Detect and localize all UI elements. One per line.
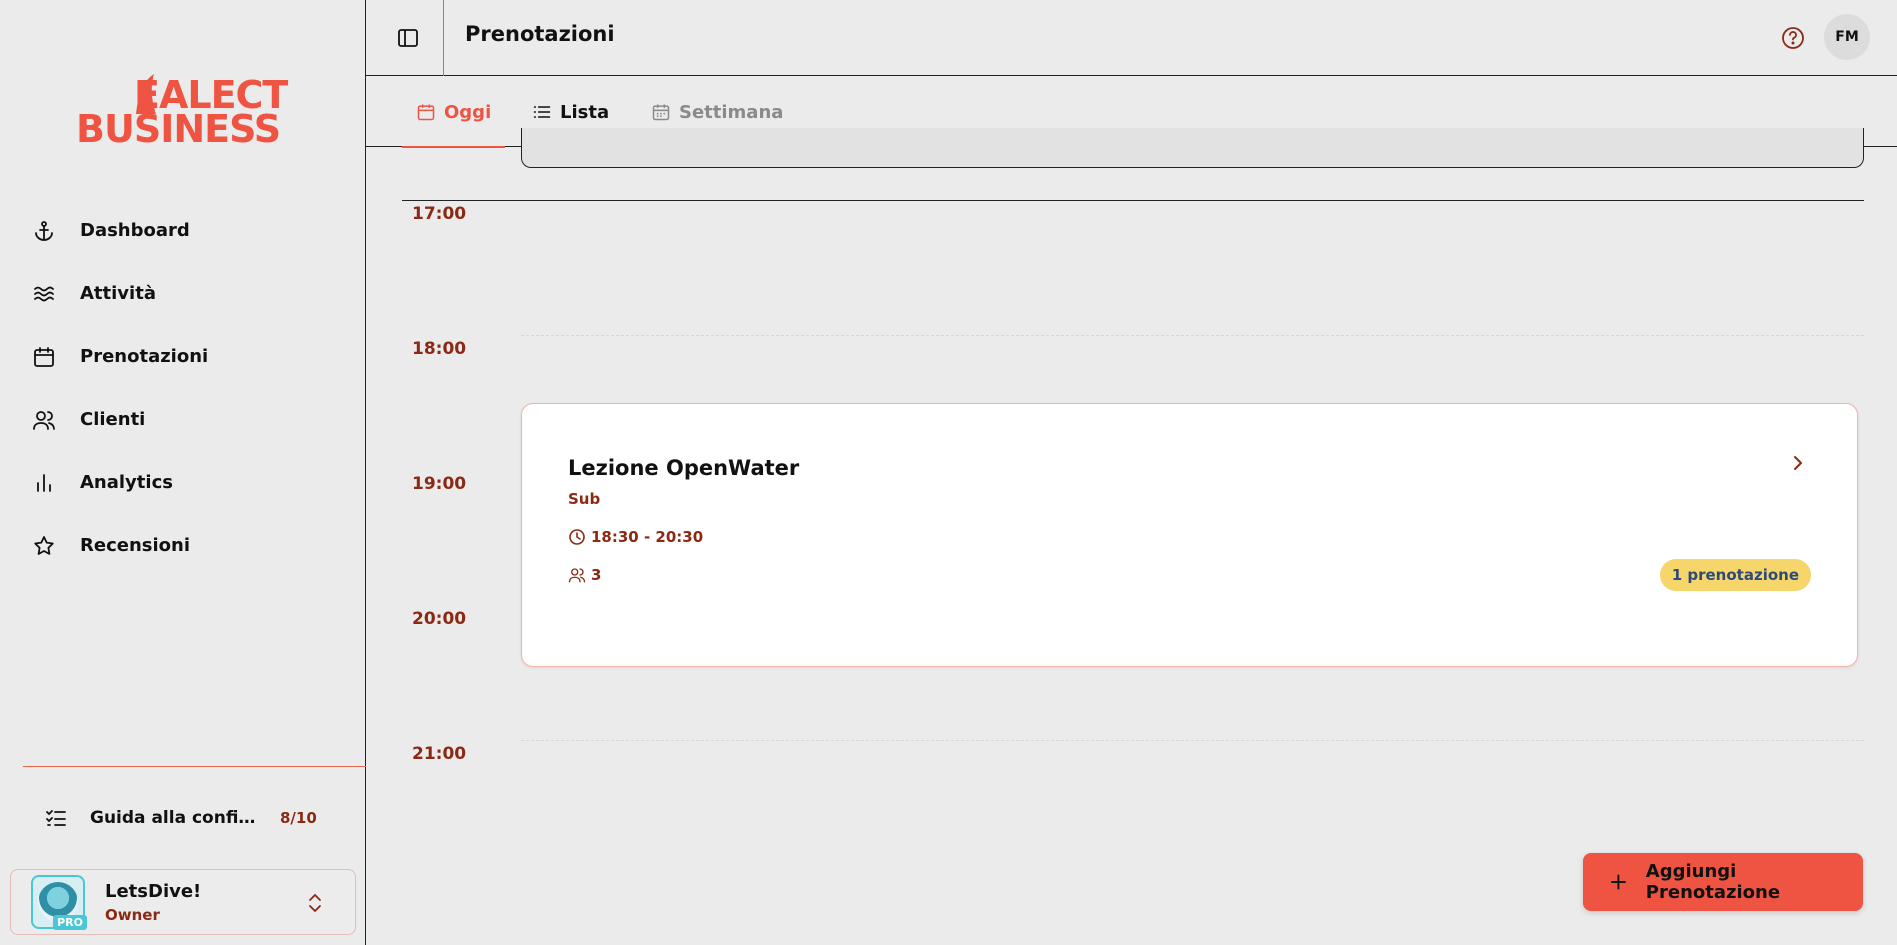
hour-gridline: [521, 740, 1864, 741]
tab-label: Settimana: [679, 101, 784, 123]
sidebar-item-label: Analytics: [80, 472, 173, 493]
sidebar-item-clienti[interactable]: Clienti: [0, 388, 366, 451]
sidebar-item-dashboard[interactable]: Dashboard: [0, 199, 366, 262]
calendar-icon: [34, 346, 54, 367]
add-booking-label: Aggiungi Prenotazione: [1645, 861, 1781, 903]
calendar-grid-icon: [652, 104, 670, 121]
setup-guide-item[interactable]: Guida alla configurazione 8/10: [44, 800, 344, 836]
sidebar-item-label: Attività: [80, 283, 156, 304]
sidebar-item-label: Prenotazioni: [80, 346, 209, 367]
users-icon: [33, 410, 55, 430]
account-switcher[interactable]: PRO LetsDive! Owner: [10, 869, 356, 935]
tab-label: Lista: [560, 101, 610, 123]
hour-label: 17:00: [412, 204, 467, 224]
account-name: LetsDive!: [105, 880, 202, 902]
plus-icon: [1610, 874, 1626, 890]
waves-icon: [34, 286, 54, 301]
event-category: Sub: [568, 490, 601, 508]
sidebar-item-prenotazioni[interactable]: Prenotazioni: [0, 325, 366, 388]
calendar-icon: [417, 104, 435, 121]
sidebar-divider: [23, 766, 366, 767]
sidebar-item-attivita[interactable]: Attività: [0, 262, 366, 325]
account-avatar: PRO: [31, 875, 87, 930]
list-icon: [533, 106, 551, 118]
chevron-up-down-icon: [309, 893, 321, 913]
sidebar-panel-icon: [398, 29, 418, 47]
hour-label: 19:00: [412, 474, 467, 494]
event-participants-count: 3: [591, 566, 602, 584]
event-participants: 3: [568, 566, 601, 584]
sidebar: EALECT BUSINESS Dashboard Attività Preno…: [0, 0, 366, 945]
event-card[interactable]: Lezione OpenWater Sub 18:30 - 20:30 3 1 …: [521, 403, 1858, 667]
clock-icon: [569, 529, 585, 545]
sidebar-toggle-button[interactable]: [392, 22, 424, 54]
tab-label: Oggi: [444, 101, 492, 123]
sidebar-nav: Dashboard Attività Prenotazioni Clienti …: [0, 199, 366, 577]
booking-count-badge: 1 prenotazione: [1659, 559, 1811, 591]
setup-guide-label: Guida alla configurazione: [90, 808, 258, 828]
help-icon[interactable]: [1779, 24, 1807, 52]
hour-label: 20:00: [412, 609, 467, 629]
chevron-right-icon[interactable]: [1787, 452, 1809, 474]
anchor-icon: [35, 220, 53, 241]
bar-chart-icon: [37, 473, 51, 492]
sidebar-item-label: Clienti: [80, 409, 146, 430]
setup-guide-progress: 8/10: [280, 809, 317, 827]
add-booking-button[interactable]: Aggiungi Prenotazione: [1583, 853, 1863, 911]
page-title: Prenotazioni: [465, 22, 615, 46]
sidebar-item-recensioni[interactable]: Recensioni: [0, 514, 366, 577]
event-time-text: 18:30 - 20:30: [591, 528, 704, 546]
current-hour-divider: [402, 200, 1864, 201]
pro-badge: PRO: [53, 915, 87, 930]
day-timeline: 17:00 18:00 19:00 20:00 21:00 Lezione Op…: [366, 128, 1897, 945]
event-title: Lezione OpenWater: [568, 456, 800, 480]
sidebar-item-label: Dashboard: [80, 220, 190, 241]
hour-label: 21:00: [412, 744, 467, 764]
sidebar-item-label: Recensioni: [80, 535, 190, 556]
hour-gridline: [521, 335, 1864, 336]
account-role: Owner: [105, 905, 160, 924]
previous-event-card[interactable]: [521, 128, 1864, 168]
logo-text-bottom: BUSINESS: [76, 107, 281, 151]
hour-label: 18:00: [412, 339, 467, 359]
checklist-icon: [46, 810, 66, 826]
users-icon: [568, 568, 586, 583]
event-time: 18:30 - 20:30: [568, 528, 703, 546]
star-icon: [34, 535, 54, 555]
user-avatar[interactable]: FM: [1824, 14, 1870, 60]
tab-oggi[interactable]: Oggi: [402, 77, 506, 148]
sidebar-item-analytics[interactable]: Analytics: [0, 451, 366, 514]
header-separator: [443, 0, 444, 76]
top-header: Prenotazioni FM: [366, 0, 1897, 76]
brand-logo[interactable]: EALECT BUSINESS: [76, 74, 290, 151]
